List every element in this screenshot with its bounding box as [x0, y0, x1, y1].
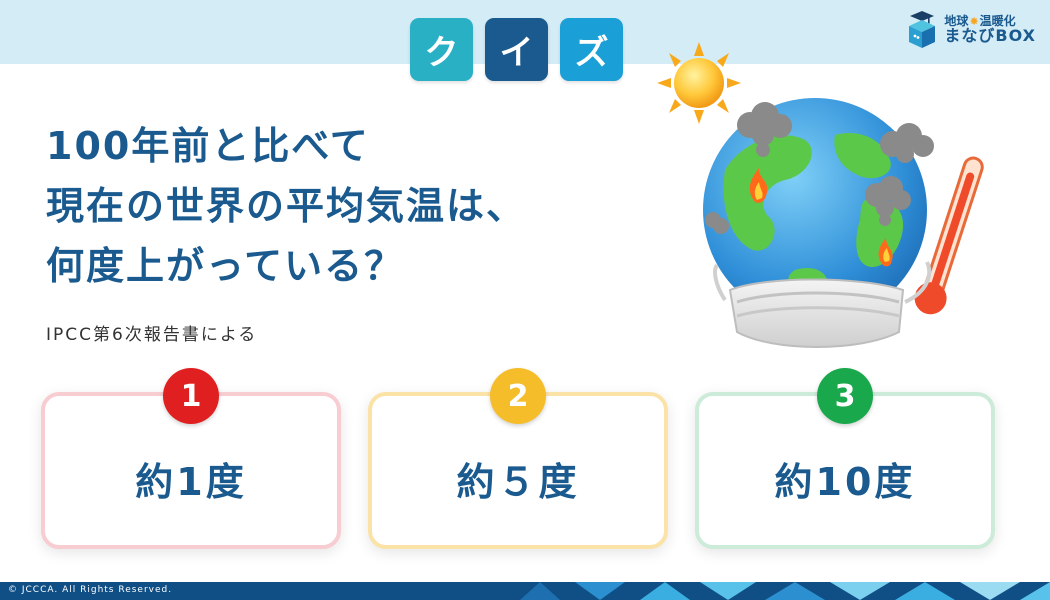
answer-option-label: 約５度 — [456, 460, 580, 504]
question-text: 100年前と比べて 現在の世界の平均気温は、 何度上がっている？ — [46, 116, 526, 296]
option-number-badge: 1 — [163, 368, 219, 424]
sun-icon — [657, 42, 741, 124]
quiz-title-char: ズ — [560, 18, 623, 81]
copyright-text: © JCCCA. All Rights Reserved. — [8, 585, 173, 595]
option-number-badge: 2 — [490, 368, 546, 424]
question-line: 何度上がっている？ — [46, 244, 405, 288]
question-line: 現在の世界の平均気温は、 — [46, 184, 527, 228]
option-number-badge: 3 — [817, 368, 873, 424]
answer-option-label: 約10度 — [774, 460, 916, 504]
quiz-title-char: イ — [485, 18, 548, 81]
source-note: IPCC第6次報告書による — [46, 325, 258, 345]
question-line: 100年前と比べて — [46, 124, 370, 168]
footer-bar: © JCCCA. All Rights Reserved. — [0, 582, 1050, 600]
answer-option-label: 約1度 — [135, 460, 247, 504]
quiz-title-char: ク — [410, 18, 473, 81]
earth-illustration — [657, 42, 984, 348]
quiz-title: ク イ ズ — [410, 18, 623, 81]
